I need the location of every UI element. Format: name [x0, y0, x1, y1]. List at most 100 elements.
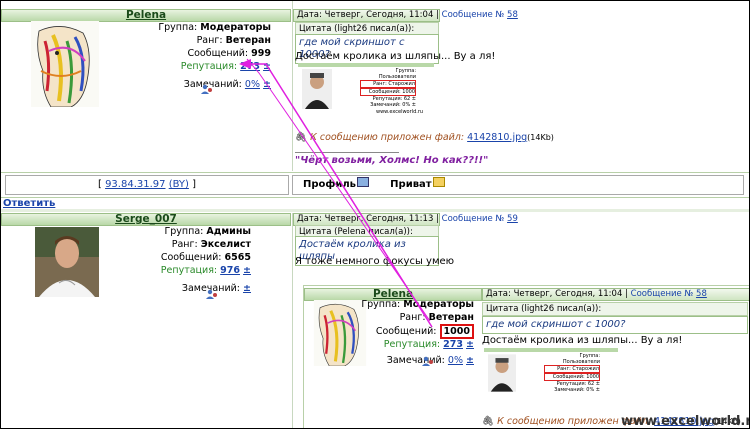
- watermark: www.excelworld.ru: [621, 414, 750, 429]
- nested-date: Дата: Четверг, Сегодня, 11:04: [486, 289, 623, 299]
- nested-stats: Группа: Модераторы Ранг: Ветеран Сообщен…: [360, 298, 474, 367]
- nested-mini-stats: Группа: Пользователи Ранг: Старожил Сооб…: [544, 353, 600, 393]
- post2-posts-value: 6565: [224, 252, 251, 263]
- nested-posts-label: Сообщений:: [375, 326, 437, 337]
- post-separator: [1, 209, 749, 212]
- post1-stats: Группа: Модераторы Ранг: Ветеран Сообщен…: [101, 21, 271, 91]
- nested-mini-line5: Замечаний: 0% ±: [554, 387, 600, 393]
- post1-group-row: Группа: Модераторы: [101, 21, 271, 34]
- mini-namebar: [298, 63, 434, 67]
- nested-quote-text: где мой скриншот с 1000?: [482, 316, 748, 334]
- reply-link[interactable]: Ответить: [3, 198, 55, 209]
- post2-sep: |: [436, 214, 439, 224]
- nested-sep: |: [625, 289, 628, 299]
- post2-date: Дата: Четверг, Сегодня, 11:13: [297, 214, 434, 224]
- post1-author-panel: Pelena Группа: Модераторы Ранг: Ветеран …: [1, 1, 291, 171]
- nested-rank-label: Ранг:: [399, 312, 426, 323]
- nested-warn-row: Замечаний: 0% ±: [360, 354, 474, 367]
- post1-msg-number[interactable]: 58: [507, 10, 518, 20]
- mini-site: www.excelworld.ru: [376, 109, 424, 115]
- post1-attachment: 🖇 К сообщению приложен файл: 4142810.jpg…: [295, 132, 554, 143]
- nested-user-icon: [422, 356, 433, 366]
- post1-footer: [ 93.84.31.97 (BY) ] Профиль Приват: [1, 172, 749, 198]
- post2-rank-row: Ранг: Экселист: [101, 238, 251, 251]
- post1-warn-change-button[interactable]: ±: [263, 79, 271, 90]
- post1-sep: |: [436, 10, 439, 20]
- post2-group-value: Админы: [206, 226, 251, 237]
- nested-mini-line1: Группа: Пользователи: [562, 353, 600, 365]
- post1-user-icon[interactable]: [201, 84, 213, 94]
- mini-stats: Группа: Пользователи Ранг: Старожил Сооб…: [360, 68, 416, 108]
- nested-rank-value: Ветеран: [428, 312, 474, 323]
- nested-embedded-image: Группа: Пользователи Ранг: Старожил Сооб…: [484, 348, 618, 400]
- nested-rank-row: Ранг: Ветеран: [360, 311, 474, 324]
- nested-group-row: Группа: Модераторы: [360, 298, 474, 311]
- mini-line1: Группа: Пользователи: [378, 68, 416, 80]
- post2-posts-row: Сообщений: 6565: [101, 251, 251, 264]
- post1-attach-file[interactable]: 4142810.jpg: [467, 132, 527, 143]
- pm-button[interactable]: Приват: [390, 177, 445, 190]
- mini-line5: Замечаний: 0% ±: [370, 102, 416, 108]
- post2-body-text: Я тоже немного фокусы умею: [295, 256, 455, 267]
- post2-message-panel: Дата: Четверг, Сегодня, 11:13 | Сообщени…: [292, 213, 749, 428]
- post2-avatar: [35, 227, 99, 297]
- nested-mini-line2: Ранг: Старожил: [544, 365, 600, 373]
- forum-screenshot: Pelena Группа: Модераторы Ранг: Ветеран …: [0, 0, 750, 429]
- post2-posts-label: Сообщений:: [160, 252, 222, 263]
- post1-posts-label: Сообщений:: [187, 48, 249, 59]
- pm-label: Приват: [390, 179, 432, 190]
- nested-info-bar: Дата: Четверг, Сегодня, 11:04 | Сообщени…: [482, 288, 749, 301]
- nested-rep-value: 273: [443, 339, 463, 350]
- nested-mini-line3: Сообщений: 1000: [544, 373, 600, 381]
- post2-warn-row: Замечаний: ±: [101, 282, 251, 295]
- ip-bracket-open: [: [97, 179, 102, 190]
- post1-avatar: [31, 21, 99, 107]
- post2-rank-label: Ранг:: [171, 239, 198, 250]
- profile-button[interactable]: Профиль: [303, 177, 369, 190]
- post1-posts-row: Сообщений: 999: [101, 47, 271, 60]
- nested-quote-header: Цитата (light26 писал(а)):: [482, 302, 748, 316]
- post1-country[interactable]: (BY): [169, 179, 189, 190]
- pm-icon: [432, 177, 445, 187]
- mini-line2: Ранг: Старожил: [360, 80, 416, 88]
- post1-embedded-image[interactable]: Группа: Пользователи Ранг: Старожил Сооб…: [298, 63, 434, 117]
- post2-stats: Группа: Админы Ранг: Экселист Сообщений:…: [101, 225, 251, 295]
- post1-msg-label: Сообщение №: [441, 10, 505, 20]
- nested-warn-value: 0%: [447, 355, 463, 366]
- post1-warn-value[interactable]: 0%: [245, 79, 260, 90]
- post1-sig-divider: [295, 152, 399, 153]
- post1-message-panel: Дата: Четверг, Сегодня, 11:04 | Сообщени…: [292, 1, 749, 171]
- nested-posts-row: Сообщений: 1000: [360, 324, 474, 339]
- nested-screenshot[interactable]: Pelena Группа: Модераторы Ранг: Ветеран …: [303, 285, 749, 428]
- post1-posts-value: 999: [251, 48, 271, 59]
- nested-msg-number: 58: [696, 289, 707, 299]
- post1-rep-label: Репутация:: [180, 61, 238, 72]
- post2-rep-row: Репутация: 976 ±: [101, 264, 251, 277]
- post2-user-icon[interactable]: [206, 289, 218, 299]
- mini-line3: Сообщений: 1000: [360, 88, 416, 96]
- post1-group-label: Группа:: [158, 22, 198, 33]
- post1-rep-value[interactable]: 273: [240, 61, 260, 72]
- post1-rank-value: Ветеран: [225, 35, 271, 46]
- nested-group-value: Модераторы: [403, 299, 474, 310]
- ip-bracket-close: ]: [192, 179, 197, 190]
- mini-avatar: [302, 69, 332, 109]
- nested-attachment-icon: 🖇: [482, 416, 495, 427]
- profile-label: Профиль: [303, 179, 356, 190]
- post2-group-label: Группа:: [164, 226, 204, 237]
- post2-rep-label: Репутация:: [160, 265, 218, 276]
- post1-rep-change-button[interactable]: ±: [263, 61, 271, 72]
- post1-signature: "Чёрт возьми, Холмс! Но как??!!": [295, 155, 489, 166]
- post1-rank-row: Ранг: Ветеран: [101, 34, 271, 47]
- post1-attach-size: (14Kb): [527, 133, 554, 142]
- post2-warn-change-button[interactable]: ±: [243, 283, 251, 294]
- post1-attach-prefix: К сообщению приложен файл:: [310, 132, 465, 143]
- post2-rep-value[interactable]: 976: [220, 265, 240, 276]
- post1-ip[interactable]: 93.84.31.97: [105, 179, 165, 190]
- post2-rep-change-button[interactable]: ±: [243, 265, 251, 276]
- profile-icon: [356, 177, 369, 187]
- post2-msg-number[interactable]: 59: [507, 214, 518, 224]
- post1-warn-row: Замечаний: 0% ±: [101, 78, 271, 91]
- nested-msg-label: Сообщение №: [630, 289, 694, 299]
- nested-rep-pm: ±: [466, 339, 474, 350]
